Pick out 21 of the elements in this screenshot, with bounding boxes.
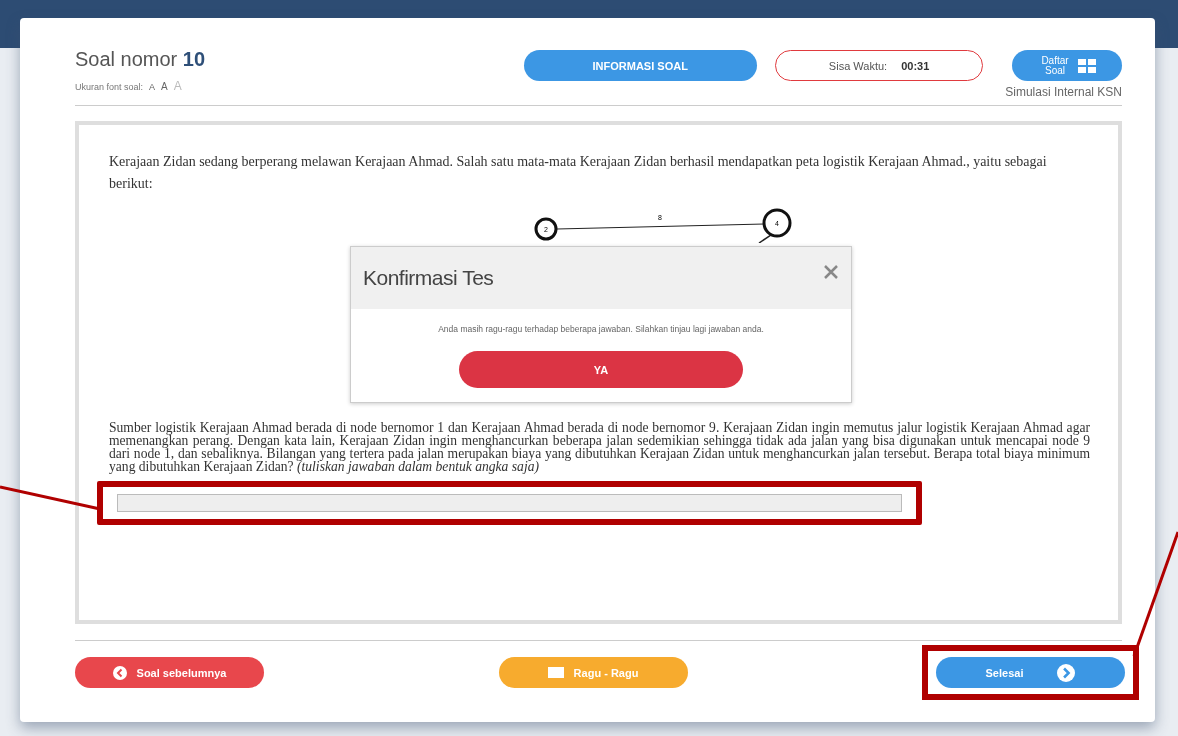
doubt-button[interactable]: Ragu - Ragu [498,657,688,688]
font-size-option[interactable]: A [161,81,168,92]
close-icon [823,263,839,280]
finish-button[interactable]: Selesai [936,657,1125,688]
answer-field[interactable] [117,494,902,512]
question-text: Sumber logistik Kerajaan Ahmad berada di node bernomor 1 dan Kerajaan Ahmad berada di node bernomor 9. Kerajaan Zidan ingin memutus jalur logistik Kerajaan Ahmad agar memenangkan perang. Dengan kata lain, Kerajaan Zidan ingin menghancurkan beberapa jalan sedemikian sehingga tidak ada jalan yang bisa digunakan untuk mencapai node 9 dari node 1, dan sebaliknya. Bilangan yang tertera pada jalan merupakan biaya yang dibutuhkan Kerajaan Zidan untuk menghancurkan jalan tersebut. Berapa total biaya minimum yang dibutuhkan Kerajaan Zidan? (tuliskan jawaban dalam bentuk angka saja) [109,421,1090,473]
question-list-button[interactable]: Daftar Soal [1012,50,1122,81]
previous-button[interactable]: Soal sebelumnya [75,657,264,688]
question-text: Kerajaan Zidan sedang berperang melawan Kerajaan Ahmad. Salah satu mata-mata Kerajaan Zidan berhasil mendapatkan peta logistik Kerajaan Ahmad., yaitu sebagai berikut: [109,153,1048,193]
dialog-message: Anda masih ragu-ragu terhadap beberapa jawaban. Silahkan tinjau lagi jawaban anda. [437,324,765,334]
confirm-button[interactable]: YA [459,351,743,388]
font-size-option[interactable]: A [149,82,156,92]
chevron-right-icon [1057,663,1076,682]
square-icon [547,667,564,678]
dialog-title: Konfirmasi Tes [363,266,494,290]
question-title: Soal nomor 10 [75,48,206,71]
grid-icon [1078,58,1096,73]
exam-name: Simulasi Internal KSN [1005,85,1122,99]
font-size-label: Ukuran font soal: [75,82,144,92]
info-button[interactable]: INFORMASI SOAL [523,50,757,81]
chevron-left-icon [112,665,127,680]
